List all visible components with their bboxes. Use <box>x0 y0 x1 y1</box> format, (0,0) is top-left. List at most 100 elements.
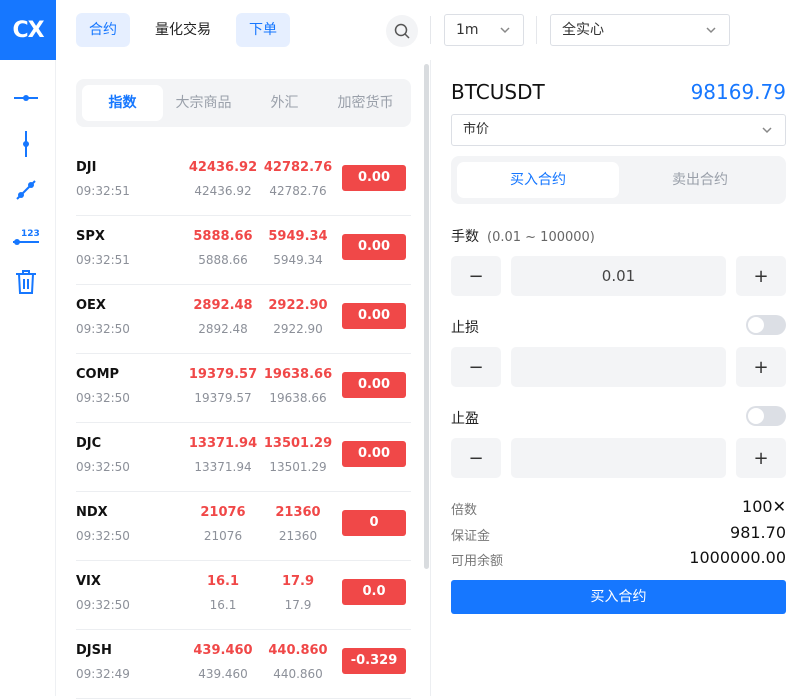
instrument-row[interactable]: DJSH 09:32:49 439.460 440.860 439.460 440.860… <box>76 630 411 699</box>
instrument-change-badge: 0 <box>342 510 406 536</box>
quantity-decrease-button[interactable]: − <box>451 256 501 296</box>
instrument-row[interactable]: VIX 09:32:50 16.1 17.9 16.1 17.9 0.0 <box>76 561 411 630</box>
price-label-tool-text: 123 <box>21 229 40 239</box>
take-profit-toggle[interactable] <box>746 406 786 426</box>
instrument-ask-price: 19638.66 <box>263 367 333 382</box>
margin-value: 981.70 <box>730 523 786 542</box>
leverage-value: 100✕ <box>742 497 786 516</box>
take-profit-increase-button[interactable]: + <box>736 438 786 478</box>
stop-loss-toggle[interactable] <box>746 315 786 335</box>
instrument-row[interactable]: NDX 09:32:50 21076 21360 21076 21360 0 <box>76 492 411 561</box>
stop-loss-input[interactable] <box>511 347 726 387</box>
instrument-ask-price: 440.860 <box>268 643 328 658</box>
instrument-time: 09:32:50 <box>76 529 130 543</box>
chevron-down-icon <box>762 127 772 134</box>
chevron-down-icon <box>500 27 510 34</box>
tab-quant-trading[interactable]: 量化交易 <box>142 13 224 47</box>
instrument-time: 09:32:50 <box>76 391 130 405</box>
brand-logo[interactable]: CX <box>0 0 56 60</box>
tab-sell-contract[interactable]: 卖出合约 <box>619 162 781 198</box>
tab-place-order[interactable]: 下单 <box>236 13 290 47</box>
order-type-value: 市价 <box>463 122 490 137</box>
take-profit-label: 止盈 <box>451 411 479 427</box>
category-tabs: 指数 大宗商品 外汇 加密货币 <box>76 79 411 127</box>
instrument-row[interactable]: OEX 09:32:50 2892.48 2922.90 2892.48 2922.90 0… <box>76 285 411 354</box>
instrument-change-badge: -0.329 <box>342 648 406 674</box>
tab-commodities[interactable]: 大宗商品 <box>163 85 244 121</box>
instrument-ask-price: 2922.90 <box>268 298 328 313</box>
submit-buy-button[interactable]: 买入合约 <box>451 580 786 614</box>
vertical-line-tool-icon[interactable] <box>8 126 44 162</box>
tab-forex[interactable]: 外汇 <box>244 85 325 121</box>
available-balance-value: 1000000.00 <box>689 548 786 567</box>
instrument-symbol: VIX <box>76 574 101 589</box>
instrument-time: 09:32:51 <box>76 184 130 198</box>
instrument-ask-sub: 42782.76 <box>269 184 327 198</box>
watchlist-scrollbar[interactable] <box>424 64 429 569</box>
order-panel: BTCUSDT 98169.79 市价 买入合约 卖出合约 手数 (0.01 ~ … <box>431 60 806 696</box>
instrument-ask-price: 5949.34 <box>268 229 328 244</box>
tab-crypto[interactable]: 加密货币 <box>325 85 406 121</box>
quantity-increase-button[interactable]: + <box>736 256 786 296</box>
instrument-ask-sub: 2922.90 <box>273 322 323 336</box>
tab-contract[interactable]: 合约 <box>76 13 130 47</box>
leverage-label: 倍数 <box>451 503 478 518</box>
instrument-ask-sub: 440.860 <box>273 667 323 681</box>
search-button[interactable] <box>386 15 418 47</box>
quantity-input[interactable] <box>511 256 726 296</box>
instrument-change-badge: 0.00 <box>342 303 406 329</box>
instrument-row[interactable]: COMP 09:32:50 19379.57 19638.66 19379.57 1963… <box>76 354 411 423</box>
take-profit-decrease-button[interactable]: − <box>451 438 501 478</box>
instrument-ask-price: 21360 <box>275 505 321 520</box>
brand-logo-text: CX <box>12 17 44 43</box>
order-type-select[interactable]: 市价 <box>451 114 786 146</box>
margin-mode-select[interactable]: 全实心 <box>550 14 730 46</box>
instrument-row[interactable]: DJC 09:32:50 13371.94 13501.29 13371.94 13501… <box>76 423 411 492</box>
instrument-change-badge: 0.00 <box>342 165 406 191</box>
take-profit-input[interactable] <box>511 438 726 478</box>
instrument-symbol: DJC <box>76 436 102 451</box>
instrument-symbol: SPX <box>76 229 105 244</box>
interval-select[interactable]: 1m <box>444 14 524 46</box>
price-label-tool-icon[interactable]: 123 <box>8 218 44 254</box>
stop-loss-decrease-button[interactable]: − <box>451 347 501 387</box>
instrument-symbol: NDX <box>76 505 108 520</box>
order-symbol: BTCUSDT <box>451 80 545 104</box>
instrument-change-badge: 0.00 <box>342 441 406 467</box>
topbar-divider <box>430 16 431 44</box>
tab-indices[interactable]: 指数 <box>82 85 163 121</box>
instrument-symbol: DJI <box>76 160 97 175</box>
quantity-range-hint: (0.01 ~ 100000) <box>487 230 595 245</box>
instrument-time: 09:32:50 <box>76 322 130 336</box>
instrument-ask-sub: 5949.34 <box>273 253 323 267</box>
watchlist-panel: 指数 大宗商品 外汇 加密货币 DJI 09:32:51 42436.92 42782… <box>56 60 426 699</box>
chevron-down-icon <box>706 27 716 34</box>
side-tabs: 买入合约 卖出合约 <box>451 156 786 204</box>
top-bar: 合约 量化交易 下单 1m 全实心 <box>56 0 806 60</box>
tab-buy-contract[interactable]: 买入合约 <box>457 162 619 198</box>
instrument-time: 09:32:51 <box>76 253 130 267</box>
horizontal-line-tool-icon[interactable] <box>8 80 44 116</box>
toggle-knob <box>748 408 764 424</box>
instrument-ask-price: 17.9 <box>281 574 315 589</box>
instrument-change-badge: 0.00 <box>342 234 406 260</box>
instrument-symbol: DJSH <box>76 643 112 658</box>
stop-loss-label: 止损 <box>451 320 479 336</box>
instrument-change-badge: 0.0 <box>342 579 406 605</box>
available-balance-label: 可用余额 <box>451 554 504 569</box>
delete-drawings-icon[interactable] <box>8 264 44 300</box>
instrument-time: 09:32:49 <box>76 667 130 681</box>
instrument-ask-price: 42782.76 <box>263 160 333 175</box>
quantity-label-text: 手数 <box>451 229 479 245</box>
stop-loss-increase-button[interactable]: + <box>736 347 786 387</box>
topbar-divider <box>536 16 537 44</box>
order-last-price: 98169.79 <box>690 80 786 104</box>
instrument-row[interactable]: DJI 09:32:51 42436.92 42782.76 42436.92 42782… <box>76 147 411 216</box>
margin-label: 保证金 <box>451 529 491 544</box>
instrument-symbol: OEX <box>76 298 106 313</box>
interval-value: 1m <box>456 22 479 38</box>
instrument-row[interactable]: SPX 09:32:51 5888.66 5949.34 5888.66 5949.34 0… <box>76 216 411 285</box>
trend-line-tool-icon[interactable] <box>8 172 44 208</box>
instrument-ask-sub: 13501.29 <box>269 460 327 474</box>
instrument-time: 09:32:50 <box>76 460 130 474</box>
